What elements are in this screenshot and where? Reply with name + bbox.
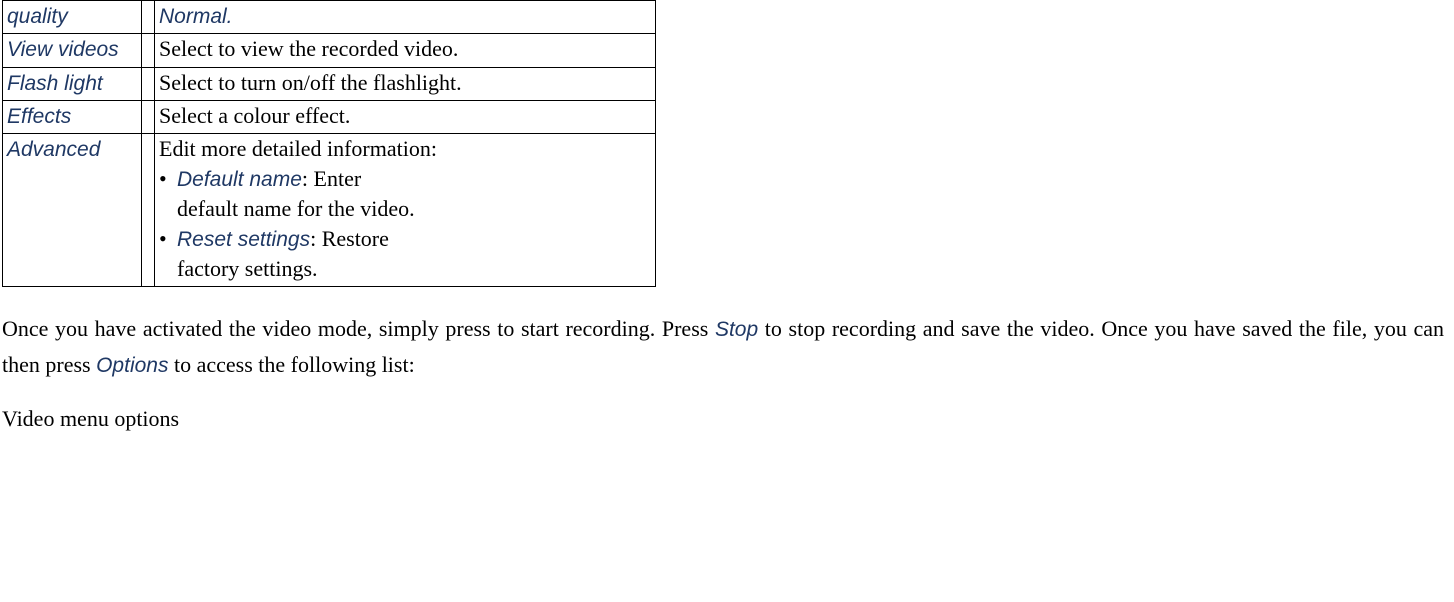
bullet-item: • Default name: Enter [159, 164, 651, 194]
settings-table: quality Normal. View videos Select to vi… [2, 0, 656, 287]
spacer [142, 134, 155, 287]
bullet-item: • Reset settings: Restore [159, 224, 651, 254]
bullet-rest: : Restore [310, 226, 389, 251]
options-label: Options [96, 354, 168, 377]
bullet-icon: • [159, 164, 177, 194]
row-value: Normal. [159, 5, 233, 28]
spacer [142, 1, 155, 34]
row-label: View videos [7, 38, 119, 61]
row-intro: Edit more detailed information: [159, 134, 651, 164]
row-label: quality [7, 5, 68, 28]
bullet-icon: • [159, 224, 177, 254]
spacer [142, 67, 155, 100]
row-value: Select to view the recorded video. [159, 36, 458, 61]
row-label: Flash light [7, 72, 103, 95]
instruction-paragraph: Once you have activated the video mode, … [2, 311, 1444, 382]
table-row: Flash light Select to turn on/off the fl… [3, 67, 656, 100]
spacer [142, 101, 155, 134]
bullet-cont: default name for the video. [159, 194, 651, 224]
row-label: Advanced [7, 138, 100, 161]
table-row: quality Normal. [3, 1, 656, 34]
bullet-term: Default name [177, 168, 302, 191]
section-heading: Video menu options [2, 404, 1444, 434]
text: to access the following list: [174, 352, 415, 377]
row-value: Select to turn on/off the flashlight. [159, 70, 462, 95]
stop-label: Stop [715, 318, 758, 341]
table-row: View videos Select to view the recorded … [3, 34, 656, 67]
row-value: Select a colour effect. [159, 103, 350, 128]
text: Once you have activated the video mode, … [2, 316, 715, 341]
bullet-rest: : Enter [302, 166, 361, 191]
bullet-cont: factory settings. [159, 254, 651, 284]
bullet-term: Reset settings [177, 228, 310, 251]
row-label: Effects [7, 105, 71, 128]
spacer [142, 34, 155, 67]
table-row: Effects Select a colour effect. [3, 101, 656, 134]
table-row: Advanced Edit more detailed information:… [3, 134, 656, 287]
